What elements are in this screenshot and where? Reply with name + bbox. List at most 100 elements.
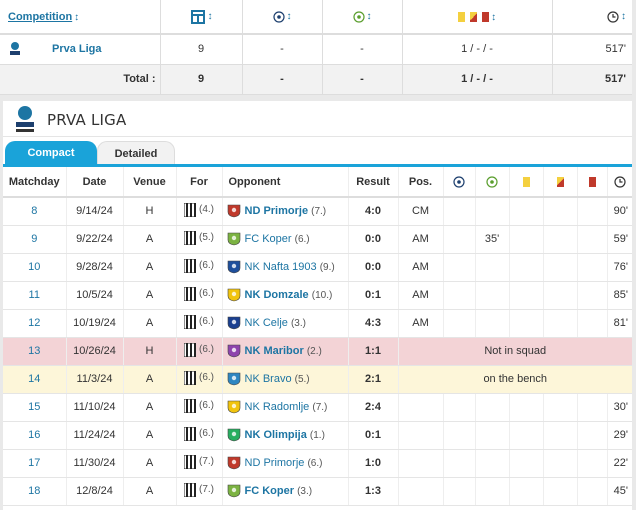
opponent-rank: (9.) [319, 261, 335, 273]
matchday-link[interactable]: 11 [3, 281, 67, 310]
for-team[interactable]: (6.) [176, 253, 223, 282]
col-result: Result [348, 167, 399, 198]
match-row: 13 10/26/24 H (6.) NK Maribor (2.) 1:1 Not in … [3, 337, 632, 366]
opponent-cell[interactable]: NK Maribor (2.) [222, 337, 349, 366]
for-rank: (6.) [199, 400, 214, 411]
appearances-header[interactable]: ↕ [160, 0, 243, 35]
match-result-link[interactable]: 1:0 [348, 449, 399, 478]
match-venue: H [123, 337, 177, 366]
match-result-link[interactable]: 1:1 [348, 337, 399, 366]
for-rank: (7.) [199, 456, 214, 467]
matchday-link[interactable]: 14 [3, 365, 67, 394]
match-note: Not in squad [398, 337, 632, 366]
cards-header[interactable]: ↕ [402, 0, 553, 35]
match-yellow [509, 225, 544, 254]
match-red [577, 449, 608, 478]
sort-icon[interactable]: ↕ [491, 12, 496, 23]
sort-icon[interactable]: ↕ [621, 11, 626, 22]
match-result-link[interactable]: 4:3 [348, 309, 399, 338]
yellow-card-icon [522, 176, 530, 187]
matchday-link[interactable]: 16 [3, 421, 67, 450]
opponent-cell[interactable]: ND Primorje (6.) [222, 449, 349, 478]
for-team[interactable]: (6.) [176, 281, 223, 310]
match-result-link[interactable]: 0:1 [348, 281, 399, 310]
match-assists [475, 421, 510, 450]
tab-detailed[interactable]: Detailed [97, 141, 175, 165]
opponent-cell[interactable]: NK Nafta 1903 (9.) [222, 253, 349, 282]
goals-header[interactable]: ↕ [242, 0, 323, 35]
match-assists [475, 477, 510, 506]
opponent-cell[interactable]: NK Olimpija (1.) [222, 421, 349, 450]
opponent-link[interactable]: FC Koper [245, 233, 292, 245]
for-team[interactable]: (6.) [176, 309, 223, 338]
matchday-link[interactable]: 8 [3, 197, 67, 226]
competition-link[interactable]: Prva Liga [52, 43, 102, 55]
for-team[interactable]: (6.) [176, 337, 223, 366]
match-result-link[interactable]: 4:0 [348, 197, 399, 226]
clock-icon [607, 10, 619, 23]
minutes-header[interactable]: ↕ [552, 0, 632, 35]
opponent-cell[interactable]: NK Domzale (10.) [222, 281, 349, 310]
match-result-link[interactable]: 0:0 [348, 225, 399, 254]
opponent-cell[interactable]: NK Celje (3.) [222, 309, 349, 338]
opponent-link[interactable]: NK Domzale [245, 289, 309, 301]
match-row: 15 11/10/24 A (6.) NK Radomlje (7.) 2:4 30' [3, 393, 632, 422]
assists-header[interactable]: ↕ [322, 0, 403, 35]
match-result-link[interactable]: 0:1 [348, 421, 399, 450]
opponent-link[interactable]: NK Nafta 1903 [245, 261, 317, 273]
matchday-link[interactable]: 12 [3, 309, 67, 338]
match-venue: A [123, 393, 177, 422]
matchday-link[interactable]: 17 [3, 449, 67, 478]
sort-icon[interactable]: ↕ [367, 11, 372, 22]
opponent-link[interactable]: NK Maribor [245, 345, 304, 357]
matchday-link[interactable]: 15 [3, 393, 67, 422]
opponent-cell[interactable]: NK Bravo (5.) [222, 365, 349, 394]
match-row: 18 12/8/24 A (7.) FC Koper (3.) 1:3 45' [3, 477, 632, 506]
opponent-rank: (6.) [294, 233, 310, 245]
total-label: Total : [0, 64, 161, 95]
opponent-cell[interactable]: FC Koper (6.) [222, 225, 349, 254]
match-result-link[interactable]: 1:3 [348, 477, 399, 506]
matchday-link[interactable]: 13 [3, 337, 67, 366]
red-card-icon [588, 176, 596, 187]
for-team[interactable]: (7.) [176, 449, 223, 478]
opponent-cell[interactable]: ND Primorje (7.) [222, 197, 349, 226]
match-result-link[interactable]: 2:4 [348, 393, 399, 422]
match-date: 10/19/24 [66, 309, 124, 338]
match-yellow-red [543, 421, 578, 450]
appearances-value[interactable]: 9 [160, 34, 243, 65]
for-team[interactable]: (5.) [176, 225, 223, 254]
opponent-link[interactable]: ND Primorje [245, 457, 305, 469]
opponent-rank: (7.) [312, 401, 328, 413]
match-goals [443, 477, 476, 506]
tab-compact[interactable]: Compact [5, 141, 97, 165]
sort-icon[interactable]: ↕ [287, 11, 292, 22]
for-rank: (4.) [199, 204, 214, 216]
opponent-crest-icon [227, 428, 240, 442]
col-assists [475, 167, 510, 198]
for-team[interactable]: (6.) [176, 421, 223, 450]
opponent-cell[interactable]: NK Radomlje (7.) [222, 393, 349, 422]
matchday-link[interactable]: 9 [3, 225, 67, 254]
matchday-link[interactable]: 18 [3, 477, 67, 506]
for-team[interactable]: (4.) [176, 197, 223, 226]
opponent-link[interactable]: NK Olimpija [245, 429, 307, 441]
sort-icon[interactable]: ↕ [208, 11, 213, 22]
match-venue: H [123, 197, 177, 226]
opponent-link[interactable]: ND Primorje [245, 205, 309, 217]
matches-body: 8 9/14/24 H (4.) ND Primorje (7.) 4:0 CM 90' 9 9/… [3, 197, 632, 506]
opponent-link[interactable]: NK Radomlje [245, 401, 310, 413]
opponent-link[interactable]: FC Koper [245, 485, 295, 497]
opponent-link[interactable]: NK Celje [245, 317, 288, 329]
for-team[interactable]: (6.) [176, 393, 223, 422]
competition-header[interactable]: Competition ↕ [0, 0, 161, 35]
for-team[interactable]: (7.) [176, 477, 223, 506]
for-team[interactable]: (6.) [176, 365, 223, 394]
matchday-link[interactable]: 10 [3, 253, 67, 282]
competition-sort-link[interactable]: Competition [8, 11, 72, 23]
opponent-cell[interactable]: FC Koper (3.) [222, 477, 349, 506]
match-result-link[interactable]: 0:0 [348, 253, 399, 282]
sort-icon[interactable]: ↕ [74, 12, 79, 23]
match-result-link[interactable]: 2:1 [348, 365, 399, 394]
opponent-link[interactable]: NK Bravo [245, 373, 292, 385]
